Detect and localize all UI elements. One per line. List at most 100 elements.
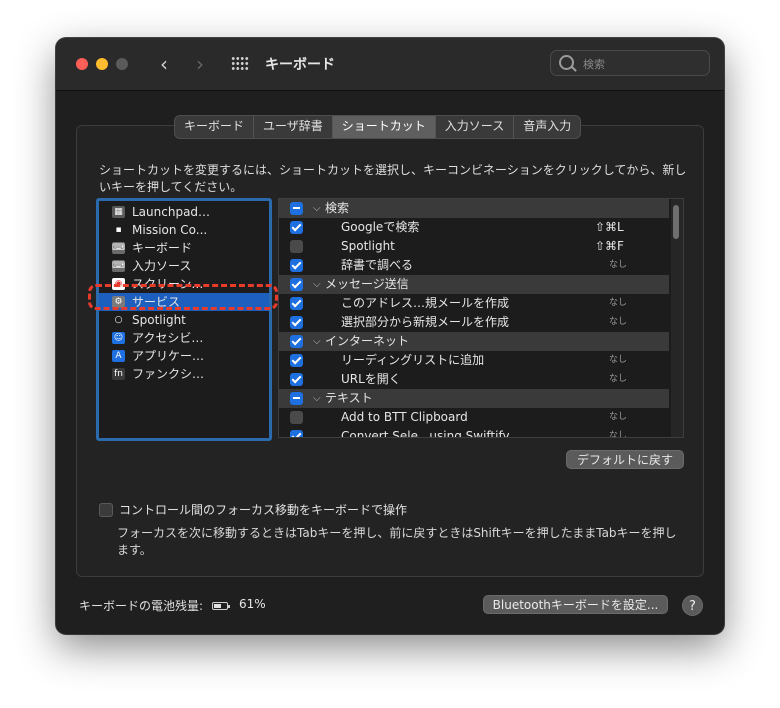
shortcut-group-row[interactable]: ⌵ 検索 <box>279 199 669 218</box>
launchpad-icon: ▦ <box>112 206 125 218</box>
focus-navigation-note: フォーカスを次に移動するときはTabキーを押し、前に戻すときはShiftキーを押… <box>117 526 677 557</box>
shortcut-row[interactable]: Add to BTT Clipboard なし <box>279 408 669 427</box>
battery-level-fill <box>214 604 221 608</box>
instructions-text: ショートカットを変更するには、ショートカットを選択し、キーコンビネーションをクリ… <box>99 163 687 194</box>
shortcut-label: リーディングリストに追加 <box>341 353 485 367</box>
forward-chevron-icon[interactable]: › <box>188 52 212 76</box>
tab-input-sources[interactable]: 入力ソース <box>436 116 515 138</box>
zoom-window-button[interactable] <box>116 58 128 70</box>
tab-bar: キーボード ユーザ辞書 ショートカット 入力ソース 音声入力 <box>174 115 582 139</box>
shortcut-checkbox[interactable] <box>290 259 303 272</box>
category-label: ファンクシ… <box>132 367 205 381</box>
category-item[interactable]: ⌨ キーボード <box>99 239 269 257</box>
focus-navigation-checkbox[interactable] <box>99 503 113 517</box>
battery-value: 61% <box>239 597 266 611</box>
shortcut-row[interactable]: Convert Sele...using Swiftify なし <box>279 427 669 438</box>
shortcut-checkbox[interactable] <box>290 411 303 424</box>
restore-defaults-button[interactable]: デフォルトに戻す <box>566 450 684 469</box>
category-label: Spotlight <box>132 313 186 327</box>
shortcut-key[interactable]: なし <box>609 294 669 313</box>
category-label: アクセシビ… <box>132 331 204 345</box>
category-item[interactable]: ○ Spotlight <box>99 311 269 329</box>
selection-highlight-annotation <box>88 284 278 310</box>
category-item[interactable]: ⌨ 入力ソース <box>99 257 269 275</box>
shortcut-group-row[interactable]: ⌵ テキスト <box>279 389 669 408</box>
shortcut-checkbox[interactable] <box>290 278 303 291</box>
minimize-window-button[interactable] <box>96 58 108 70</box>
focus-navigation-label[interactable]: コントロール間のフォーカス移動をキーボードで操作 <box>119 501 407 518</box>
shortcut-row[interactable]: 辞書で調べる なし <box>279 256 669 275</box>
shortcut-checkbox[interactable] <box>290 354 303 367</box>
setup-bluetooth-keyboard-button[interactable]: Bluetoothキーボードを設定... <box>483 595 668 614</box>
shortcut-row[interactable]: Googleで検索 ⇧⌘L <box>279 218 669 237</box>
shortcut-key[interactable]: なし <box>609 370 669 389</box>
shortcut-label: URLを開く <box>341 372 401 386</box>
shortcut-checkbox[interactable] <box>290 297 303 310</box>
shortcut-key[interactable]: なし <box>609 313 669 332</box>
category-label: 入力ソース <box>132 259 192 273</box>
category-label: Launchpad… <box>132 205 211 219</box>
category-item[interactable]: ▦ Launchpad… <box>99 203 269 221</box>
shortcut-row[interactable]: URLを開く なし <box>279 370 669 389</box>
input-source-icon: ⌨ <box>112 260 125 272</box>
shortcut-checkbox[interactable] <box>290 202 303 215</box>
shortcut-label: 検索 <box>325 201 350 215</box>
disclosure-chevron-icon[interactable]: ⌵ <box>313 332 321 351</box>
disclosure-chevron-icon[interactable]: ⌵ <box>313 389 321 408</box>
tab-user-dictionary[interactable]: ユーザ辞書 <box>254 116 333 138</box>
shortcut-checkbox[interactable] <box>290 335 303 348</box>
battery-icon <box>212 602 230 610</box>
shortcut-row[interactable]: リーディングリストに追加 なし <box>279 351 669 370</box>
spotlight-icon: ○ <box>112 314 125 326</box>
shortcut-label: Convert Sele...using Swiftify <box>341 429 510 438</box>
disclosure-chevron-icon[interactable]: ⌵ <box>313 275 321 294</box>
shortcut-label: インターネット <box>325 334 410 348</box>
disclosure-chevron-icon[interactable]: ⌵ <box>313 199 321 218</box>
shortcut-list[interactable]: ⌵ 検索 Googleで検索 ⇧⌘L Spotlight ⇧⌘F 辞書で調べる なし ⌵ メッセー… <box>278 198 684 438</box>
shortcut-label: Add to BTT Clipboard <box>341 410 468 424</box>
shortcut-row[interactable]: 選択部分から新規メールを作成 なし <box>279 313 669 332</box>
category-item[interactable]: A アプリケー… <box>99 347 269 365</box>
category-list[interactable]: ▦ Launchpad… ▪ Mission Co... ⌨ キーボード ⌨ 入力ソース ◉ スク… <box>96 198 272 441</box>
tab-shortcuts[interactable]: ショートカット <box>332 116 436 138</box>
shortcut-checkbox[interactable] <box>290 392 303 405</box>
search-icon <box>559 55 574 70</box>
back-chevron-icon[interactable]: ‹ <box>152 52 176 76</box>
keyboard-icon: ⌨ <box>112 242 125 254</box>
battery-label: キーボードの電池残量: <box>79 599 204 613</box>
shortcut-checkbox[interactable] <box>290 240 303 253</box>
shortcut-checkbox[interactable] <box>290 430 303 437</box>
shortcut-key[interactable]: なし <box>609 408 669 427</box>
tab-keyboard[interactable]: キーボード <box>175 116 255 138</box>
close-window-button[interactable] <box>76 58 88 70</box>
shortcut-group-row[interactable]: ⌵ インターネット <box>279 332 669 351</box>
shortcut-label: 辞書で調べる <box>341 258 414 272</box>
shortcut-row[interactable]: Spotlight ⇧⌘F <box>279 237 669 256</box>
shortcut-key[interactable]: なし <box>609 256 669 275</box>
search-input[interactable] <box>581 54 705 74</box>
shortcut-key[interactable]: なし <box>609 351 669 370</box>
tab-dictation[interactable]: 音声入力 <box>514 116 580 138</box>
search-field[interactable] <box>550 50 710 76</box>
shortcut-row[interactable]: このアドレス…規メールを作成 なし <box>279 294 669 313</box>
fn-key-icon: fn <box>112 368 125 380</box>
category-item[interactable]: ☺ アクセシビ… <box>99 329 269 347</box>
shortcut-checkbox[interactable] <box>290 373 303 386</box>
category-item[interactable]: ▪ Mission Co... <box>99 221 269 239</box>
shortcut-label: テキスト <box>325 391 373 405</box>
shortcut-checkbox[interactable] <box>290 316 303 329</box>
shortcut-key[interactable]: なし <box>609 427 669 437</box>
title-bar: ‹ › キーボード <box>56 38 724 91</box>
category-item[interactable]: fn ファンクシ… <box>99 365 269 383</box>
shortcut-checkbox[interactable] <box>290 221 303 234</box>
shortcut-key[interactable]: ⇧⌘L <box>595 218 655 237</box>
mission-control-icon: ▪ <box>112 224 125 236</box>
show-all-grid-icon[interactable] <box>231 56 249 71</box>
shortcut-key[interactable]: ⇧⌘F <box>595 237 655 256</box>
category-label: キーボード <box>132 241 193 255</box>
shortcut-label: このアドレス…規メールを作成 <box>341 296 510 310</box>
category-label: アプリケー… <box>132 349 205 363</box>
help-button[interactable]: ? <box>682 595 703 616</box>
scrollbar-thumb[interactable] <box>673 205 679 239</box>
shortcut-group-row[interactable]: ⌵ メッセージ送信 <box>279 275 669 294</box>
